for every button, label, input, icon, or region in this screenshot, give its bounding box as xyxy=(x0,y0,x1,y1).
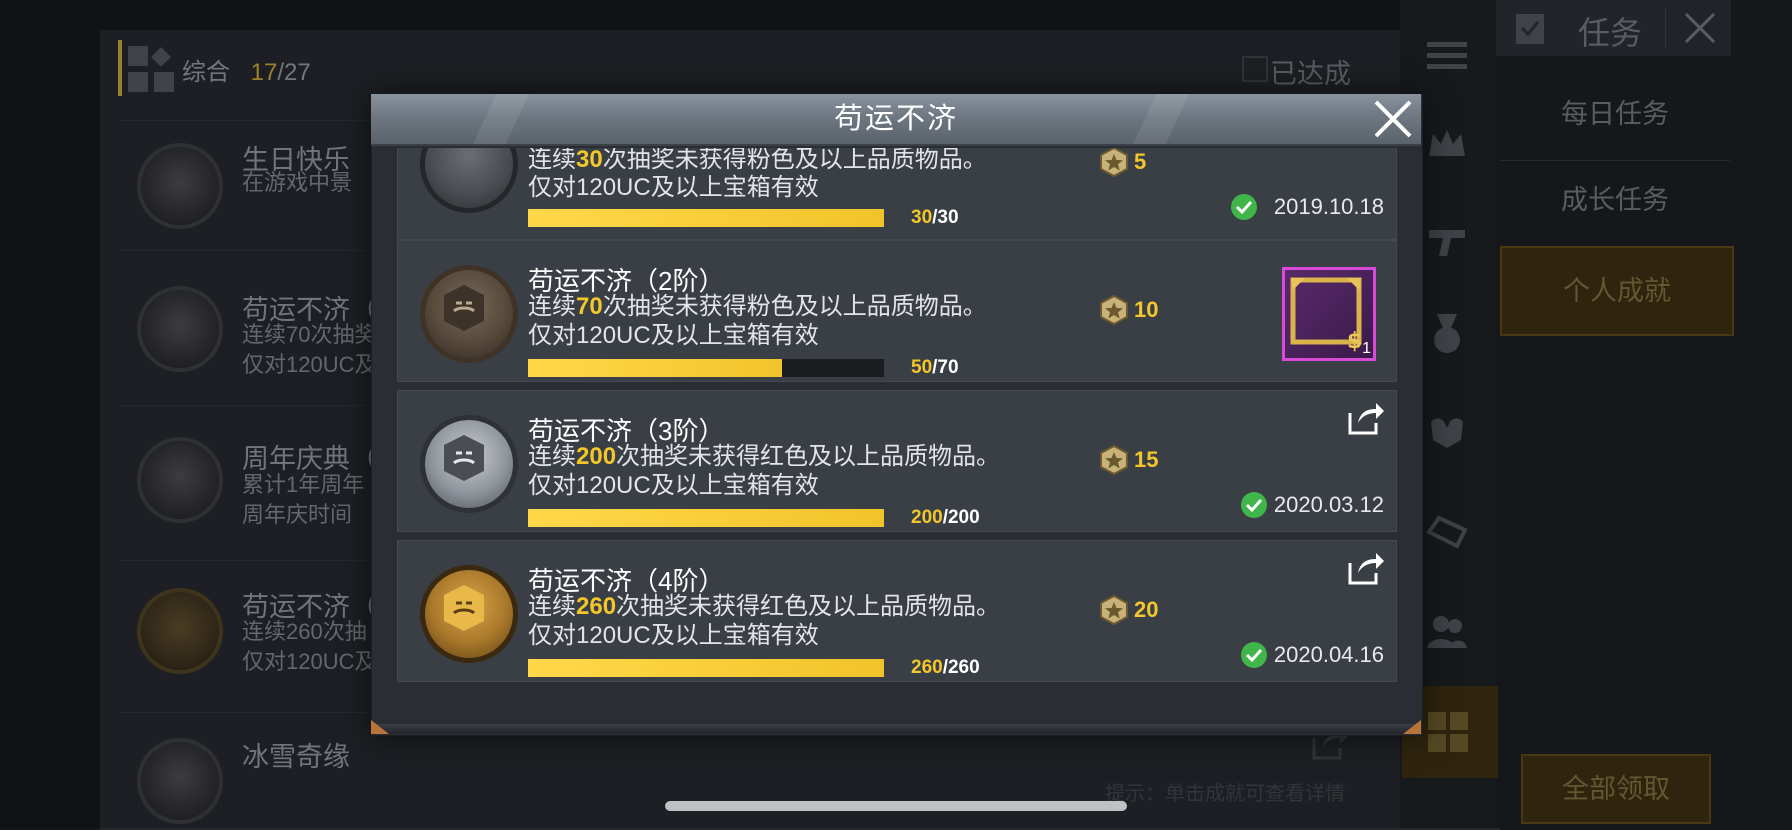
progress-fill xyxy=(528,659,884,677)
achievement-points: 20 xyxy=(1134,597,1159,622)
progress-fill xyxy=(528,209,884,227)
modal-title: 苟运不济 xyxy=(833,103,958,135)
close-icon[interactable] xyxy=(1370,96,1416,142)
progress-text: 30/30 xyxy=(911,207,959,228)
achievement-desc: 连续200次抽奖未获得红色及以上品质物品。 xyxy=(528,443,1001,470)
modal-bottom-edge xyxy=(371,724,1421,734)
achievement-badge-icon xyxy=(420,565,518,663)
check-icon xyxy=(1241,492,1267,518)
achievement-points: 10 xyxy=(1134,297,1159,322)
progress-text: 50/70 xyxy=(911,357,959,378)
completion-date: 2019.10.18 xyxy=(1273,194,1384,219)
achievement-points-icon xyxy=(1100,445,1128,475)
achievement-points-icon xyxy=(1100,295,1128,325)
achievement-desc-line2: 仅对120UC及以上宝箱有效 xyxy=(528,322,819,349)
check-icon xyxy=(1231,194,1257,220)
achievement-points: 15 xyxy=(1134,447,1159,472)
achievement-desc: 连续30次抽奖未获得粉色及以上品质物品。 xyxy=(528,146,987,173)
completion-date: 2020.03.12 xyxy=(1273,492,1384,517)
achievement-desc-line2: 仅对120UC及以上宝箱有效 xyxy=(528,622,819,649)
achievement-points-icon xyxy=(1100,595,1128,625)
svg-text:$: $ xyxy=(1347,329,1362,352)
share-icon[interactable] xyxy=(1346,399,1386,437)
reward-count: 1 xyxy=(1362,340,1371,357)
progress-fill xyxy=(528,509,884,527)
reward-avatar-frame[interactable]: $ 1 xyxy=(1282,267,1376,361)
achievement-badge-icon xyxy=(420,265,518,363)
share-icon[interactable] xyxy=(1346,549,1386,587)
progress-bar xyxy=(528,659,884,677)
achievement-card[interactable]: 苟运不济（3阶） 连续200次抽奖未获得红色及以上品质物品。 仅对120UC及以… xyxy=(397,390,1397,532)
achievement-points-icon xyxy=(1100,148,1128,177)
achievement-desc-line2: 仅对120UC及以上宝箱有效 xyxy=(528,472,819,499)
home-indicator[interactable] xyxy=(665,801,1127,811)
progress-fill xyxy=(528,359,783,377)
progress-text: 260/260 xyxy=(911,657,980,678)
achievement-desc: 连续260次抽奖未获得红色及以上品质物品。 xyxy=(528,593,1001,620)
corner-accent xyxy=(1403,720,1421,734)
progress-text: 200/200 xyxy=(911,507,980,528)
progress-bar xyxy=(528,359,884,377)
achievement-desc: 连续70次抽奖未获得粉色及以上品质物品。 xyxy=(528,293,987,320)
corner-accent xyxy=(371,720,389,734)
achievement-badge-icon xyxy=(420,415,518,513)
achievement-desc-line2: 仅对120UC及以上宝箱有效 xyxy=(528,174,819,201)
completion-date: 2020.04.16 xyxy=(1273,642,1384,667)
progress-bar xyxy=(528,509,884,527)
achievement-card[interactable]: 苟运不济（2阶） 连续70次抽奖未获得粉色及以上品质物品。 仅对120UC及以上… xyxy=(397,240,1397,382)
achievement-card[interactable]: 苟运不济（4阶） 连续260次抽奖未获得红色及以上品质物品。 仅对120UC及以… xyxy=(397,540,1397,682)
achievement-points: 5 xyxy=(1134,149,1147,174)
progress-bar xyxy=(528,209,884,227)
check-icon xyxy=(1241,642,1267,668)
